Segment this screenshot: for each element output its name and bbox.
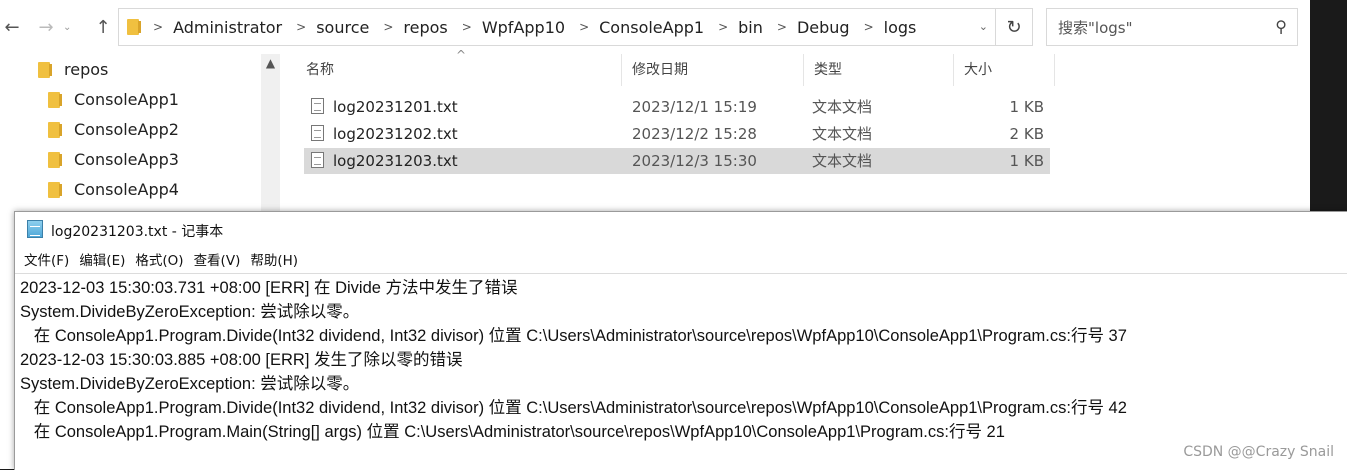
file-type: 文本文档 — [812, 98, 873, 116]
nav-item-label: ConsoleApp4 — [74, 180, 179, 199]
nav-item-consoleapp2[interactable]: ConsoleApp2 — [48, 117, 179, 143]
text-file-icon — [311, 125, 324, 141]
text-line: 在 ConsoleApp1.Program.Divide(Int32 divid… — [20, 399, 1127, 417]
notepad-titlebar[interactable]: log20231203.txt - 记事本 — [15, 212, 1347, 248]
file-row[interactable]: log20231202.txt 2023/12/2 15:28 文本文档 2 K… — [304, 121, 1050, 147]
column-header-type[interactable]: 类型 — [804, 54, 954, 86]
menu-view[interactable]: 查看(V) — [185, 249, 241, 273]
nav-item-label: ConsoleApp2 — [74, 120, 179, 139]
breadcrumb: > Administrator > source > repos > WpfAp… — [119, 9, 916, 45]
column-header-size[interactable]: 大小 — [954, 54, 1055, 86]
text-line: System.DivideByZeroException: 尝试除以零。 — [20, 375, 360, 393]
chevron-right-icon[interactable]: > — [718, 20, 728, 34]
breadcrumb-source[interactable]: source — [316, 18, 369, 37]
column-header-date[interactable]: 修改日期 — [622, 54, 804, 86]
nav-item-consoleapp4[interactable]: ConsoleApp4 — [48, 177, 179, 203]
file-size: 1 KB — [1009, 152, 1044, 170]
file-row-selected[interactable]: log20231203.txt 2023/12/3 15:30 文本文档 1 K… — [304, 148, 1050, 174]
chevron-right-icon[interactable]: > — [777, 20, 787, 34]
text-file-icon — [311, 98, 324, 114]
breadcrumb-logs[interactable]: logs — [884, 18, 917, 37]
file-name: log20231201.txt — [333, 98, 458, 116]
file-row[interactable]: log20231201.txt 2023/12/1 15:19 文本文档 1 K… — [304, 94, 1050, 120]
scroll-up-icon[interactable]: ▲ — [261, 56, 280, 70]
chevron-right-icon[interactable]: > — [153, 20, 163, 34]
nav-item-consoleapp1[interactable]: ConsoleApp1 — [48, 87, 179, 113]
folder-icon — [127, 19, 141, 35]
breadcrumb-wpfapp10[interactable]: WpfApp10 — [482, 18, 565, 37]
search-icon[interactable]: ⚲ — [1275, 17, 1287, 36]
chevron-right-icon[interactable]: > — [579, 20, 589, 34]
file-name: log20231202.txt — [333, 125, 458, 143]
file-size: 2 KB — [1009, 125, 1044, 143]
notepad-window: log20231203.txt - 记事本 文件(F) 编辑(E) 格式(O) … — [14, 211, 1347, 470]
notepad-title: log20231203.txt - 记事本 — [51, 224, 224, 240]
recent-dropdown-icon[interactable]: ⌄ — [63, 14, 71, 42]
text-file-icon — [311, 152, 324, 168]
nav-item-label: ConsoleApp3 — [74, 150, 179, 169]
address-bar[interactable]: > Administrator > source > repos > WpfAp… — [118, 8, 1033, 46]
watermark: CSDN @@Crazy Snail — [1183, 444, 1334, 460]
file-date: 2023/12/1 15:19 — [632, 98, 757, 116]
chevron-right-icon[interactable]: > — [462, 20, 472, 34]
text-line: 2023-12-03 15:30:03.885 +08:00 [ERR] 发生了… — [20, 351, 463, 369]
folder-icon — [48, 122, 62, 138]
chevron-right-icon[interactable]: > — [296, 20, 306, 34]
notepad-text-area[interactable]: 2023-12-03 15:30:03.731 +08:00 [ERR] 在 D… — [15, 273, 1347, 470]
folder-icon — [48, 152, 62, 168]
nav-item-consoleapp3[interactable]: ConsoleApp3 — [48, 147, 179, 173]
file-type: 文本文档 — [812, 152, 873, 170]
menu-format[interactable]: 格式(O) — [126, 249, 183, 273]
notepad-menubar: 文件(F) 编辑(E) 格式(O) 查看(V) 帮助(H) — [15, 249, 299, 273]
forward-arrow-icon[interactable]: → — [36, 14, 56, 42]
column-header-name[interactable]: 名称 — [296, 54, 622, 86]
folder-icon — [48, 182, 62, 198]
menu-edit[interactable]: 编辑(E) — [70, 249, 125, 273]
folder-icon — [48, 92, 62, 108]
text-line: 在 ConsoleApp1.Program.Divide(Int32 divid… — [20, 327, 1127, 345]
file-date: 2023/12/3 15:30 — [632, 152, 757, 170]
breadcrumb-debug[interactable]: Debug — [797, 18, 850, 37]
nav-item-label: repos — [64, 60, 109, 79]
menu-file[interactable]: 文件(F) — [15, 249, 69, 273]
menu-help[interactable]: 帮助(H) — [241, 249, 298, 273]
text-line: 2023-12-03 15:30:03.731 +08:00 [ERR] 在 D… — [20, 279, 518, 297]
text-line: 在 ConsoleApp1.Program.Main(String[] args… — [20, 423, 1005, 441]
breadcrumb-bin[interactable]: bin — [738, 18, 763, 37]
folder-icon — [38, 62, 52, 78]
file-name: log20231203.txt — [333, 152, 458, 170]
breadcrumb-administrator[interactable]: Administrator — [173, 18, 282, 37]
up-arrow-icon[interactable]: ↑ — [93, 14, 113, 42]
search-input[interactable] — [1056, 17, 1260, 39]
search-box[interactable]: ⚲ — [1046, 8, 1298, 46]
file-size: 1 KB — [1009, 98, 1044, 116]
breadcrumb-consoleapp1[interactable]: ConsoleApp1 — [599, 18, 704, 37]
text-line: System.DivideByZeroException: 尝试除以零。 — [20, 303, 360, 321]
chevron-right-icon[interactable]: > — [864, 20, 874, 34]
nav-scrollbar[interactable]: ▲ — [261, 54, 280, 214]
chevron-right-icon[interactable]: > — [383, 20, 393, 34]
breadcrumb-repos[interactable]: repos — [403, 18, 447, 37]
nav-item-repos[interactable]: repos — [38, 57, 108, 83]
file-type: 文本文档 — [812, 125, 873, 143]
chevron-down-icon[interactable]: ⌄ — [979, 9, 988, 45]
file-date: 2023/12/2 15:28 — [632, 125, 757, 143]
refresh-icon[interactable]: ↻ — [995, 9, 1032, 45]
notepad-icon — [27, 220, 43, 238]
nav-item-label: ConsoleApp1 — [74, 90, 179, 109]
back-arrow-icon[interactable]: ← — [2, 14, 22, 42]
